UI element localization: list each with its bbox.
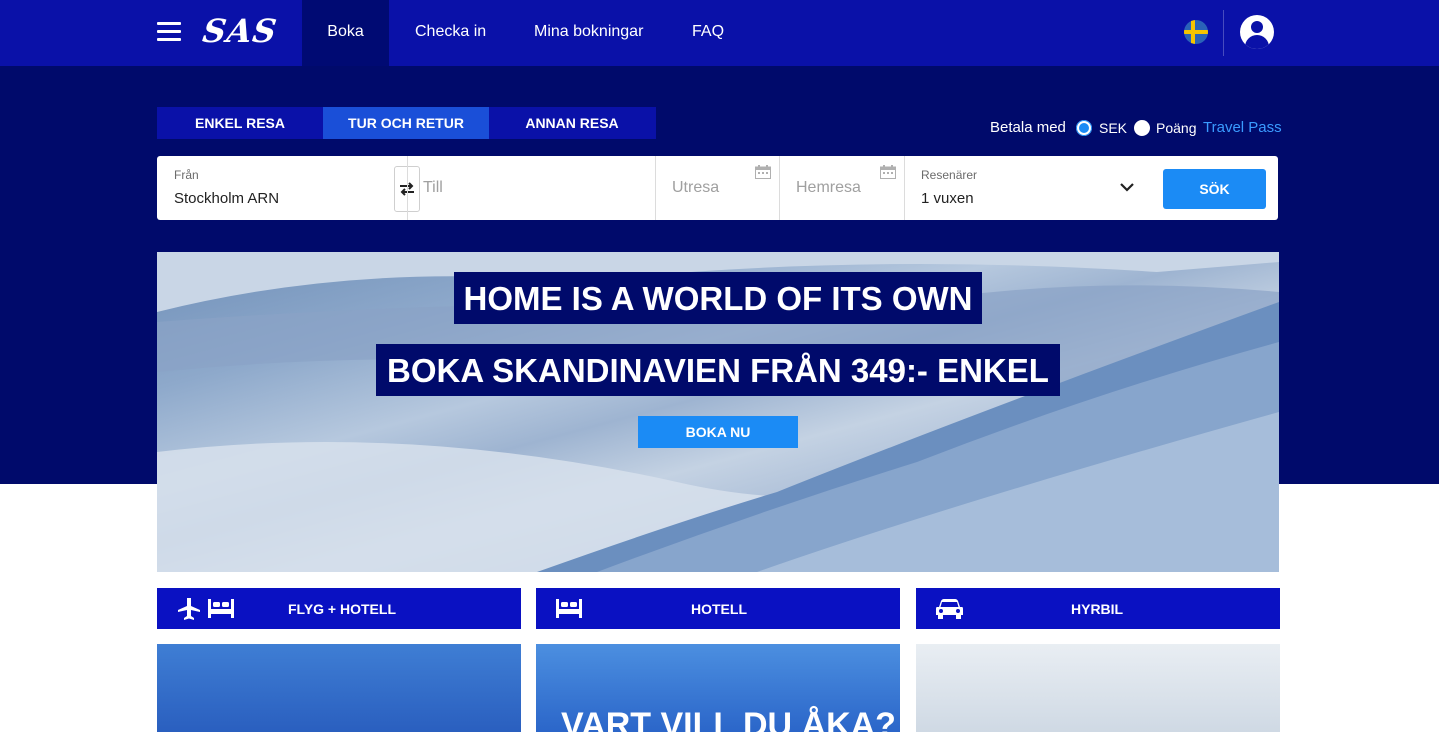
flight-search-form: Från Stockholm ARN Till Utresa Hemresa R… [157,156,1278,220]
field-separator [904,156,905,220]
field-separator [655,156,656,220]
field-separator [407,156,408,220]
car-icon [936,599,963,619]
calendar-icon [755,165,771,179]
user-account-icon[interactable] [1240,15,1274,49]
boka-nu-button[interactable]: BOKA NU [638,416,798,448]
bed-icon [208,599,234,618]
flyg-hotell-button[interactable]: FLYG + HOTELL [157,588,521,629]
from-label: Från [174,168,199,182]
hotell-label: HOTELL [691,601,747,617]
promo-banner: HOME IS A WORLD OF ITS OWN BOKA SKANDINA… [157,252,1279,572]
payment-label: Betala med [990,119,1066,136]
bed-icon [556,599,582,618]
to-input[interactable]: Till [423,179,443,197]
card-headline: VART VILL DU ÅKA? [561,706,896,732]
trip-type-tabs: ENKEL RESA TUR OCH RETUR ANNAN RESA [157,107,656,139]
flyg-hotell-label: FLYG + HOTELL [288,601,396,617]
nav-divider [1223,10,1224,56]
field-separator [779,156,780,220]
hyrbil-label: HYRBIL [1071,601,1124,617]
radio-sek-label: SEK [1099,120,1128,136]
nav-boka[interactable]: Boka [302,0,389,66]
banner-subheadline: BOKA SKANDINAVIEN FRÅN 349:- ENKEL [376,344,1060,396]
tab-annan-resa[interactable]: ANNAN RESA [489,107,655,139]
radio-sek[interactable] [1076,120,1092,136]
search-button[interactable]: SÖK [1163,169,1266,209]
nav-faq[interactable]: FAQ [692,0,724,66]
promo-card[interactable]: VART VILL DU ÅKA? [536,644,900,732]
calendar-icon [880,165,896,179]
radio-poang[interactable] [1134,120,1150,136]
travelers-select[interactable]: 1 vuxen [921,190,974,207]
radio-poang-label: Poäng [1156,120,1197,136]
banner-headline: HOME IS A WORLD OF ITS OWN [454,272,982,324]
from-input[interactable]: Stockholm ARN [174,190,279,207]
promo-card[interactable] [916,644,1280,732]
travel-pass-link[interactable]: Travel Pass [1203,119,1282,136]
menu-icon[interactable] [157,22,181,42]
hotell-button[interactable]: HOTELL [536,588,900,629]
tab-enkel-resa[interactable]: ENKEL RESA [157,107,323,139]
top-navbar: SAS Boka Checka in Mina bokningar FAQ [0,0,1439,66]
hyrbil-button[interactable]: HYRBIL [916,588,1280,629]
travelers-label: Resenärer [921,168,978,182]
sas-logo[interactable]: SAS [200,12,279,50]
return-date-input[interactable]: Hemresa [796,179,861,197]
promo-card[interactable] [157,644,521,732]
depart-date-input[interactable]: Utresa [672,179,719,197]
nav-mina-bokningar[interactable]: Mina bokningar [534,0,643,66]
nav-checka-in[interactable]: Checka in [415,0,486,66]
plane-icon [178,598,200,620]
chevron-down-icon[interactable] [1120,182,1134,192]
tab-tur-och-retur[interactable]: TUR OCH RETUR [323,107,489,139]
swedish-flag-icon[interactable] [1184,20,1208,44]
